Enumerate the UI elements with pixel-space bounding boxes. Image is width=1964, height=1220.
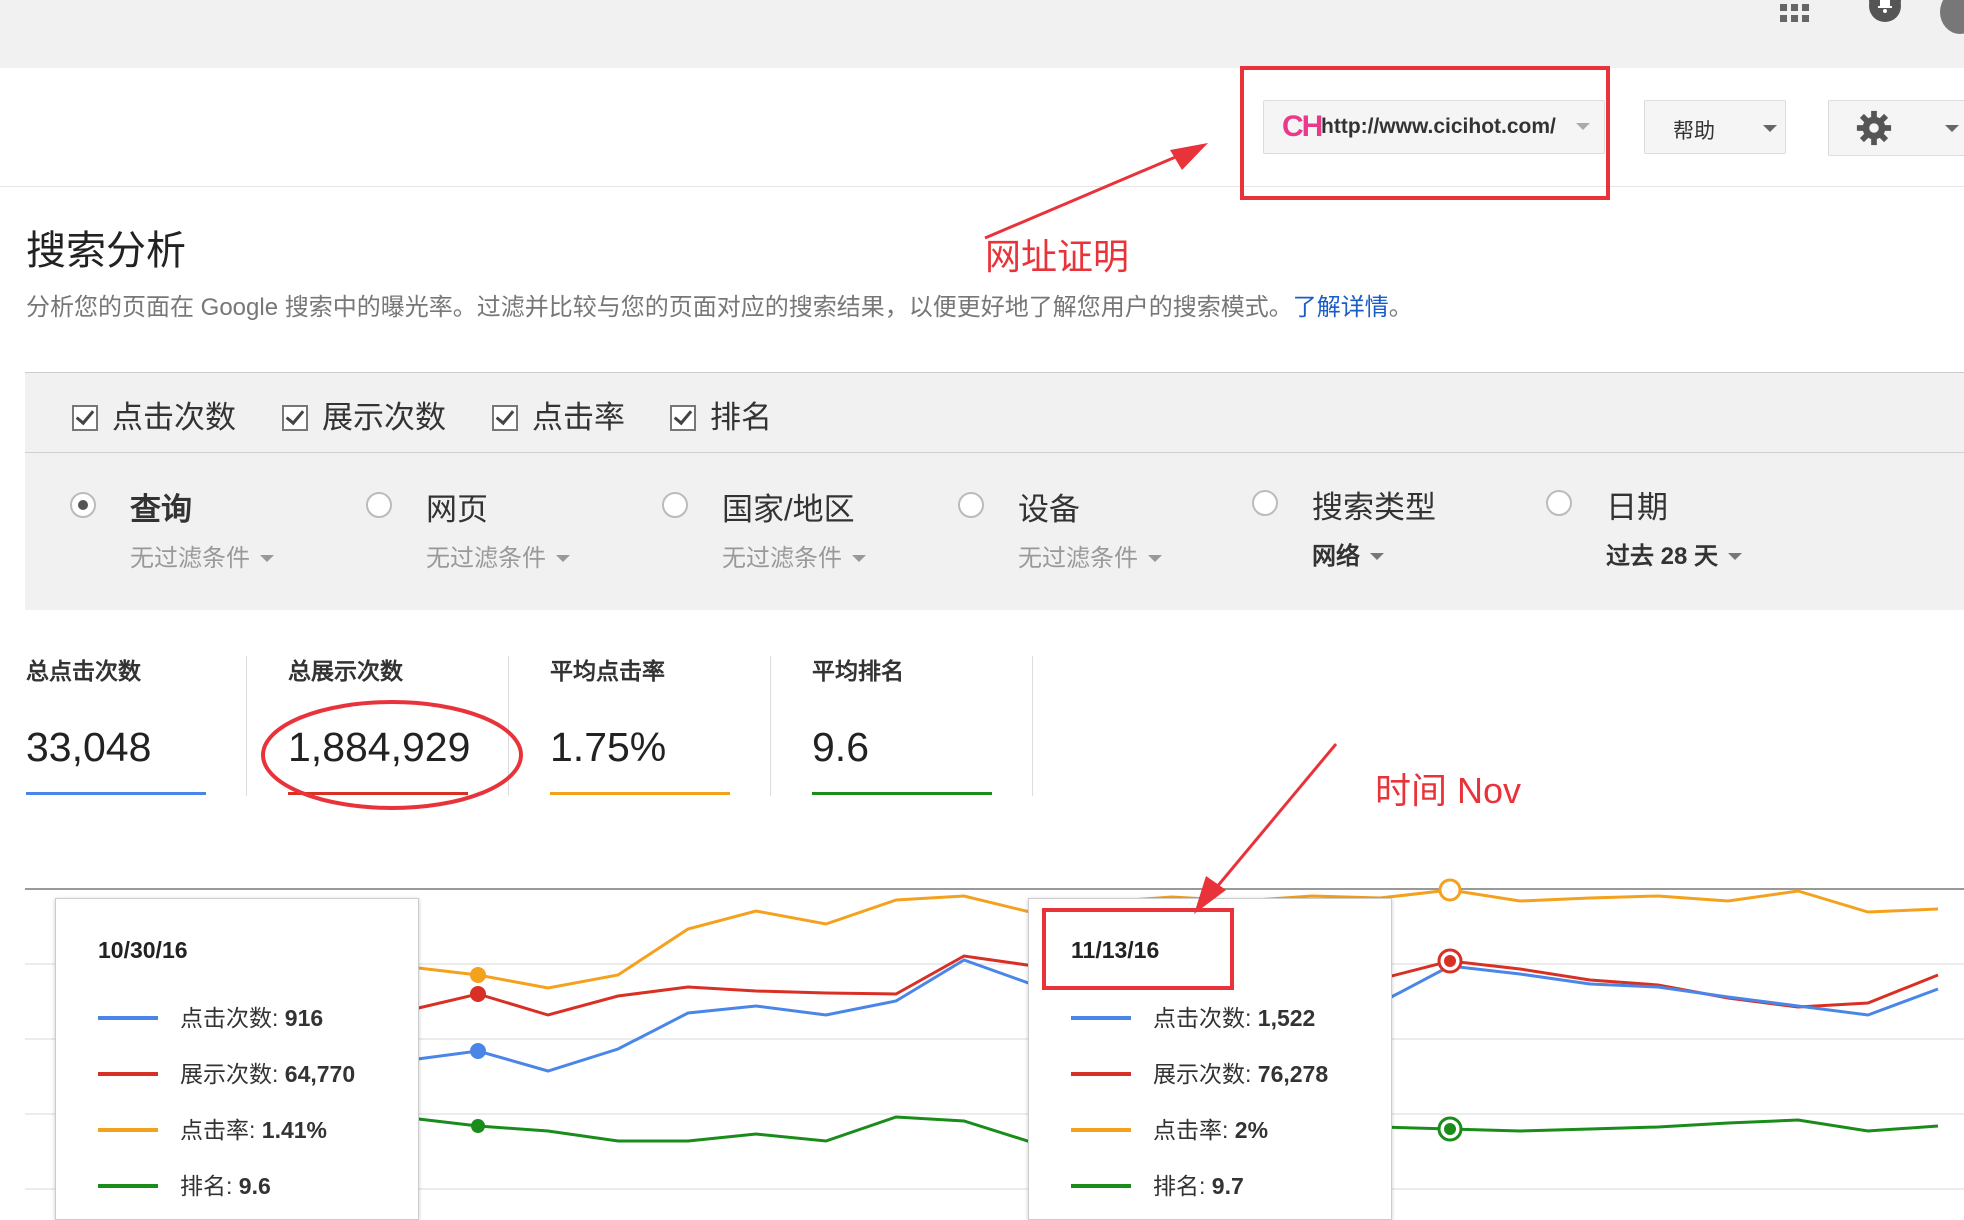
chevron-down-icon [260,555,274,562]
help-label: 帮助 [1673,120,1715,143]
dimension-filter[interactable]: 无过滤条件 [1018,538,1162,573]
avatar[interactable] [1940,0,1964,34]
stat-color-bar [550,792,730,795]
dimension-label: 搜索类型 [1312,490,1436,525]
chevron-down-icon [556,555,570,562]
stat-value: 33,048 [26,724,152,770]
legend-line-position [1071,1184,1131,1188]
page-title: 搜索分析 [26,229,186,273]
apps-grid-icon[interactable] [1778,2,1812,28]
page-description: 分析您的页面在 Google 搜索中的曝光率。过滤并比较与您的页面对应的搜索结果… [26,287,1413,322]
stat-color-bar [812,792,992,795]
tooltip-row-ctr: 点击率: 2% [1071,1111,1268,1143]
stat-color-bar [26,792,206,795]
stat-average-position[interactable]: 平均排名 9.6 [812,652,1032,795]
tooltip-row-impressions: 展示次数: 64,770 [98,1055,355,1087]
tooltip-row-position: 排名: 9.7 [1071,1167,1244,1199]
annotation-time: 时间 Nov [1375,770,1522,811]
legend-line-impressions [1071,1072,1131,1076]
metric-checkbox-ctr[interactable]: 点击率 [492,392,625,436]
dimension-filter[interactable]: 无过滤条件 [426,538,570,573]
chevron-down-icon [852,555,866,562]
stat-title: 平均排名 [812,658,904,684]
stat-title: 总展示次数 [288,658,403,684]
radio-icon[interactable] [958,492,984,518]
stat-total-clicks[interactable]: 总点击次数 33,048 [26,652,246,795]
checkbox-checked-icon [492,405,518,431]
chevron-down-icon [1763,125,1777,132]
tooltip-row-position: 排名: 9.6 [98,1167,271,1199]
description-text: 分析您的页面在 Google 搜索中的曝光率。过滤并比较与您的页面对应的搜索结果… [26,294,1293,321]
top-bar [0,0,1964,68]
legend-line-clicks [1071,1016,1131,1020]
divider [246,656,247,796]
annotation-box-date [1042,908,1234,990]
stat-title: 平均点击率 [550,658,665,684]
radio-icon[interactable] [1252,490,1278,516]
legend-line-position [98,1184,158,1188]
dimension-label: 网页 [426,492,488,527]
stat-average-ctr[interactable]: 平均点击率 1.75% [550,652,770,795]
tooltip-row-ctr: 点击率: 1.41% [98,1111,327,1143]
radio-selected-icon[interactable] [70,492,96,518]
description-period: 。 [1388,294,1413,321]
dimension-label: 查询 [130,492,192,527]
divider [770,656,771,796]
radio-icon[interactable] [662,492,688,518]
dimension-filter[interactable]: 过去 28 天 [1606,536,1743,571]
notifications-icon[interactable] [1865,0,1905,28]
chart-tooltip-oct30: 10/30/16 点击次数: 916 展示次数: 64,770 点击率: 1.4… [55,898,419,1220]
chevron-down-icon [1148,555,1162,562]
dimension-label: 设备 [1018,492,1080,527]
help-button[interactable]: 帮助 [1644,100,1786,154]
metric-label: 点击率 [532,400,625,435]
checkbox-checked-icon [282,405,308,431]
tooltip-date: 10/30/16 [98,937,188,963]
hover-markers-left [470,967,486,1133]
metric-label: 展示次数 [322,400,446,435]
chevron-down-icon [1945,125,1959,132]
tooltip-row-clicks: 点击次数: 916 [98,999,323,1031]
radio-icon[interactable] [1546,490,1572,516]
radio-icon[interactable] [366,492,392,518]
stat-value: 1.75% [550,724,667,770]
ctr-marker [470,967,486,983]
clicks-marker [470,1043,486,1059]
gear-icon [1856,110,1892,146]
settings-button[interactable] [1828,100,1964,156]
learn-more-link[interactable]: 了解详情 [1293,294,1389,321]
tooltip-row-impressions: 展示次数: 76,278 [1071,1055,1328,1087]
annotation-url-proof: 网址证明 [985,236,1130,277]
annotation-ellipse [261,700,523,810]
checkbox-checked-icon [72,405,98,431]
metric-checkbox-impressions[interactable]: 展示次数 [282,392,446,436]
dimension-label: 日期 [1606,490,1668,525]
dimension-label: 国家/地区 [722,492,855,527]
stat-title: 总点击次数 [26,658,141,684]
metric-label: 排名 [710,400,772,435]
hover-markers-right [1437,878,1463,1142]
ctr-marker [1438,878,1462,902]
impressions-marker [470,986,486,1002]
dimension-filter[interactable]: 网络 [1312,536,1384,571]
tooltip-row-clicks: 点击次数: 1,522 [1071,999,1315,1031]
stat-total-impressions[interactable]: 总展示次数 1,884,929 [288,652,508,795]
checkbox-checked-icon [670,405,696,431]
metric-checkbox-clicks[interactable]: 点击次数 [72,392,236,436]
position-marker [471,1119,485,1133]
legend-line-ctr [98,1128,158,1132]
divider [1032,656,1033,796]
metric-label: 点击次数 [112,400,236,435]
legend-line-impressions [98,1072,158,1076]
legend-line-ctr [1071,1128,1131,1132]
divider [25,452,1964,453]
dimension-filter[interactable]: 无过滤条件 [130,538,274,573]
stat-value: 9.6 [812,724,869,770]
chevron-down-icon [1728,553,1743,560]
chevron-down-icon [1370,553,1384,560]
metric-checkbox-position[interactable]: 排名 [670,392,772,436]
annotation-box-url [1240,66,1610,200]
dimension-filter[interactable]: 无过滤条件 [722,538,866,573]
legend-line-clicks [98,1016,158,1020]
